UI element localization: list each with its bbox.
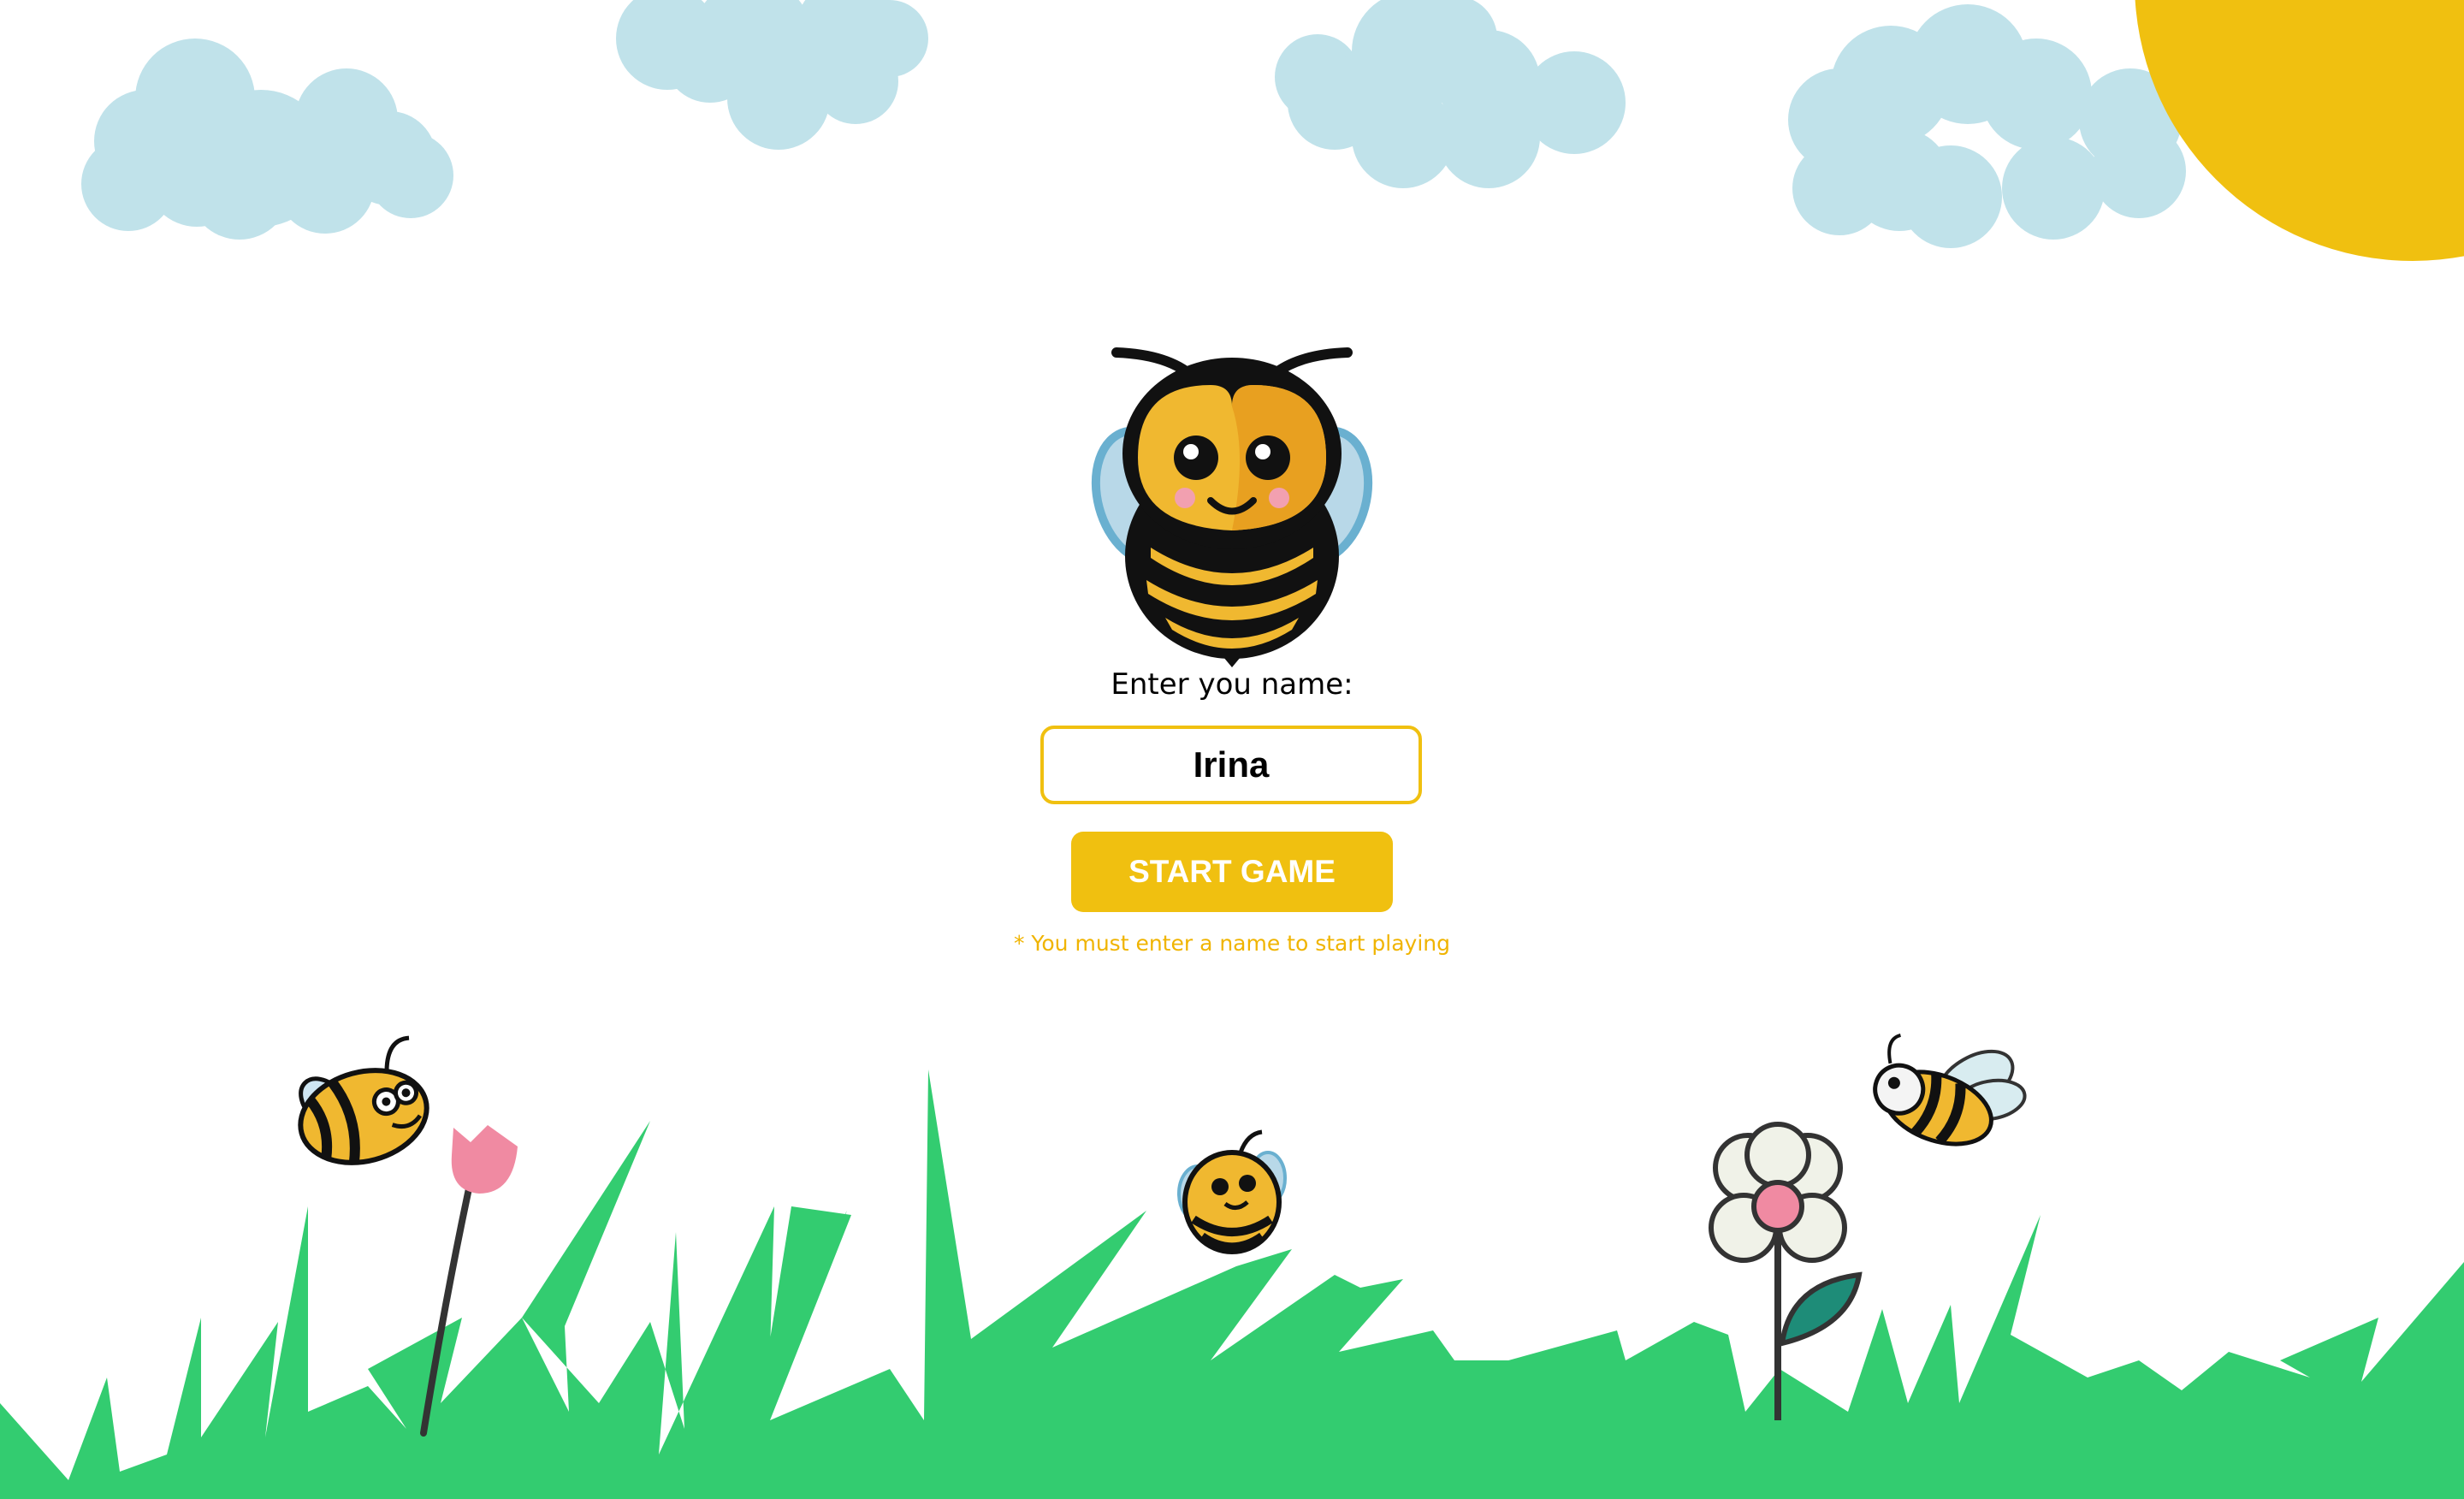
bee-icon [1177,1129,1287,1254]
start-screen: Enter you name: START GAME * You must en… [0,0,2464,1499]
ground-layer [0,1034,2464,1499]
bee-icon [298,1035,429,1165]
bee-icon [1873,1034,2027,1146]
